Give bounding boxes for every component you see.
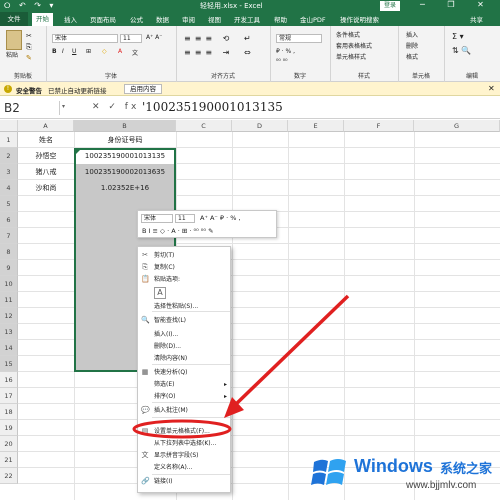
watermark-brand: Windows: [354, 456, 433, 476]
watermark: Windows 系统之家 www.bjjmlv.com: [306, 446, 500, 500]
annotation-overlay: [132, 294, 350, 439]
red-arrow-shaft: [232, 294, 350, 408]
highlight-ellipse: [132, 419, 232, 439]
watermark-url: www.bjjmlv.com: [406, 480, 477, 491]
watermark-site-cn: 系统之家: [440, 462, 493, 477]
windows-logo-icon: [311, 459, 346, 485]
